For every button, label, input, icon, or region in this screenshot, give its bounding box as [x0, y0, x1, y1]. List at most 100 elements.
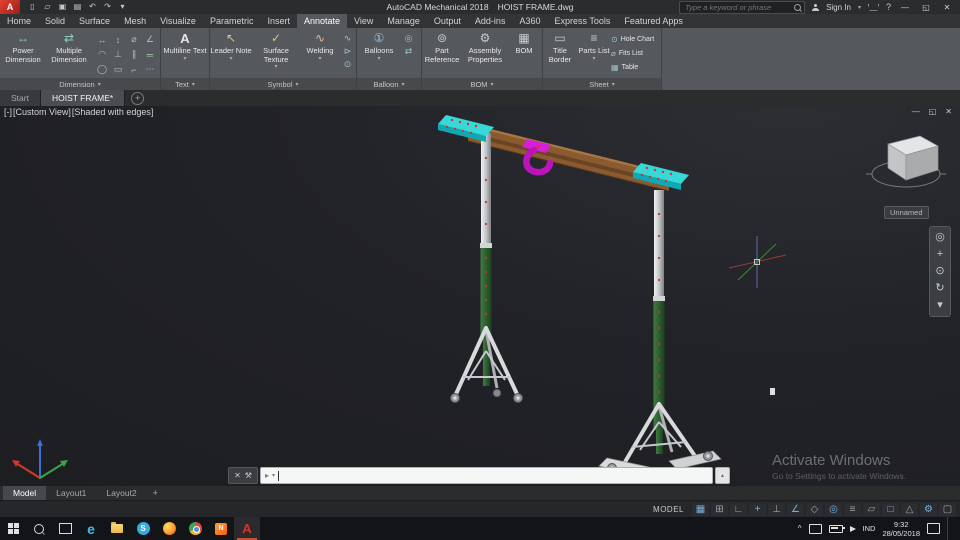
taskbar-file-explorer-button[interactable]: [104, 517, 130, 540]
steering-wheel-icon[interactable]: ◎: [935, 232, 945, 243]
taskbar-clock[interactable]: 9:32 28/05/2018: [882, 520, 920, 538]
viewcube-view-name-badge[interactable]: Unnamed: [884, 206, 929, 219]
pan-icon[interactable]: +: [937, 249, 943, 260]
zoom-icon[interactable]: ⊙: [935, 266, 944, 277]
tray-expand-icon[interactable]: ^: [798, 524, 802, 533]
language-indicator[interactable]: IND: [863, 524, 876, 533]
network-icon[interactable]: [808, 523, 822, 534]
dim-linear-icon[interactable]: ↔: [94, 32, 110, 47]
status-infer-constraints-toggle[interactable]: ∟: [730, 503, 747, 516]
leader-note-button[interactable]: ↖ Leader Note ▾: [210, 29, 252, 79]
task-view-button[interactable]: [52, 517, 78, 540]
renumber-balloons-icon[interactable]: ◎: [405, 33, 413, 43]
command-customize-icon[interactable]: ⚒: [245, 471, 252, 480]
battery-icon[interactable]: [828, 524, 845, 533]
welding-button[interactable]: ∿ Welding ▾: [300, 29, 340, 79]
qat-open-button[interactable]: ▱: [41, 1, 54, 13]
command-history-toggle[interactable]: ▴: [715, 467, 730, 484]
status-polar-tracking-toggle[interactable]: ∠: [787, 503, 804, 516]
dim-arc-icon[interactable]: ◠: [94, 47, 110, 62]
dim-tolerance-icon[interactable]: ▭: [110, 62, 126, 77]
help-search-input[interactable]: [683, 1, 795, 13]
taskbar-search-button[interactable]: [26, 517, 52, 540]
ribbon-tab-home[interactable]: Home: [0, 14, 38, 28]
status-lineweight-toggle[interactable]: ≡: [844, 503, 861, 516]
minimize-button[interactable]: —: [898, 3, 912, 12]
ribbon-tab-solid[interactable]: Solid: [38, 14, 72, 28]
fits-list-button[interactable]: ⌀ Fits List: [611, 47, 661, 60]
sign-in-button[interactable]: Sign In: [826, 3, 851, 12]
ribbon-tab-output[interactable]: Output: [427, 14, 468, 28]
panel-label-symbol[interactable]: Symbol ▾: [210, 78, 356, 90]
app-store-cart-icon[interactable]: [867, 3, 879, 11]
ribbon-tab-a360[interactable]: A360: [512, 14, 547, 28]
panel-label-sheet[interactable]: Sheet ▾: [543, 78, 661, 90]
layout-tab-layout1[interactable]: Layout1: [46, 486, 96, 500]
taskbar-autocad-button[interactable]: A: [234, 517, 260, 540]
ribbon-tab-visualize[interactable]: Visualize: [153, 14, 203, 28]
layout-tab-model[interactable]: Model: [3, 486, 47, 500]
surface-texture-button[interactable]: ✓ Surface Texture ▾: [252, 29, 300, 79]
weld-symbol-icon[interactable]: ∿: [344, 33, 352, 43]
viewport-restore-button[interactable]: ◱: [929, 107, 937, 116]
ribbon-tab-express-tools[interactable]: Express Tools: [547, 14, 617, 28]
status-dynamic-input-toggle[interactable]: +: [749, 503, 766, 516]
qat-undo-button[interactable]: ↶: [86, 1, 99, 13]
search-icon[interactable]: [794, 3, 802, 11]
status-grid-toggle[interactable]: ▦: [692, 503, 709, 516]
title-border-button[interactable]: ▭ Title Border: [543, 29, 577, 79]
ribbon-tab-view[interactable]: View: [347, 14, 380, 28]
new-layout-button[interactable]: +: [147, 486, 164, 500]
dim-angular-icon[interactable]: ∠: [142, 32, 158, 47]
ribbon-tab-addins[interactable]: Add-ins: [468, 14, 513, 28]
help-icon[interactable]: ?: [886, 2, 891, 12]
qat-save-button[interactable]: ▣: [56, 1, 69, 13]
datum-id-icon[interactable]: ⊙: [344, 59, 352, 69]
drawing-viewport[interactable]: [-] [Custom View] [Shaded with edges] — …: [0, 106, 960, 486]
file-tab-hoist-frame[interactable]: HOIST FRAME*: [40, 90, 126, 106]
taskbar-chrome-button[interactable]: [182, 517, 208, 540]
dim-perpendicular-icon[interactable]: ⊥: [110, 47, 126, 62]
close-button[interactable]: ✕: [940, 3, 954, 12]
status-osnap-toggle[interactable]: ◎: [825, 503, 842, 516]
start-button[interactable]: [0, 517, 26, 540]
application-menu-button[interactable]: A: [0, 0, 20, 14]
table-button[interactable]: ▦ Table: [611, 61, 661, 74]
status-transparency-toggle[interactable]: ▱: [863, 503, 880, 516]
taskbar-skype-button[interactable]: S: [130, 517, 156, 540]
qat-customize-button[interactable]: ▾: [116, 1, 129, 13]
command-close-icon[interactable]: ✕: [234, 471, 241, 480]
taskbar-firefox-button[interactable]: [156, 517, 182, 540]
parts-list-button[interactable]: ≡ Parts List ▾: [577, 29, 611, 79]
qat-redo-button[interactable]: ↷: [101, 1, 114, 13]
orbit-icon[interactable]: ↻: [935, 283, 944, 294]
panel-label-text[interactable]: Text ▾: [161, 78, 209, 90]
dim-baseline-icon[interactable]: ═: [142, 47, 158, 62]
status-clean-screen-toggle[interactable]: ▢: [939, 503, 956, 516]
restore-button[interactable]: ◱: [919, 3, 933, 12]
file-tab-start[interactable]: Start: [0, 90, 41, 106]
status-isodraft-toggle[interactable]: ◇: [806, 503, 823, 516]
part-reference-button[interactable]: ⊚ Part Reference: [422, 29, 462, 79]
show-desktop-button[interactable]: [947, 517, 952, 540]
volume-icon[interactable]: [849, 525, 856, 532]
bom-button[interactable]: ▦ BOM: [508, 29, 540, 79]
dim-chamfer-icon[interactable]: ⌐: [126, 62, 142, 77]
assembly-properties-button[interactable]: ⚙ Assembly Properties: [462, 29, 508, 79]
feature-frame-icon[interactable]: ⊳: [344, 46, 352, 56]
layout-tab-layout2[interactable]: Layout2: [96, 486, 146, 500]
multiple-dimension-button[interactable]: ⇄ Multiple Dimension: [46, 29, 92, 79]
panel-label-bom[interactable]: BOM ▾: [422, 78, 542, 90]
panel-label-dimension[interactable]: Dimension ▾: [0, 78, 160, 90]
ribbon-tab-parametric[interactable]: Parametric: [203, 14, 261, 28]
dim-vertical-icon[interactable]: ↕: [110, 32, 126, 47]
power-dimension-button[interactable]: ↔ Power Dimension: [0, 29, 46, 79]
ribbon-tab-annotate[interactable]: Annotate: [296, 14, 347, 28]
command-input[interactable]: ▸ ▾: [260, 467, 713, 484]
visual-style-control[interactable]: [Shaded with edges]: [72, 107, 154, 117]
ribbon-tab-featured-apps[interactable]: Featured Apps: [617, 14, 690, 28]
ribbon-tab-manage[interactable]: Manage: [380, 14, 427, 28]
dim-diameter-icon[interactable]: ⌀: [126, 32, 142, 47]
qat-new-button[interactable]: ▯: [26, 1, 39, 13]
balloons-button[interactable]: ① Balloons ▾: [357, 29, 401, 79]
